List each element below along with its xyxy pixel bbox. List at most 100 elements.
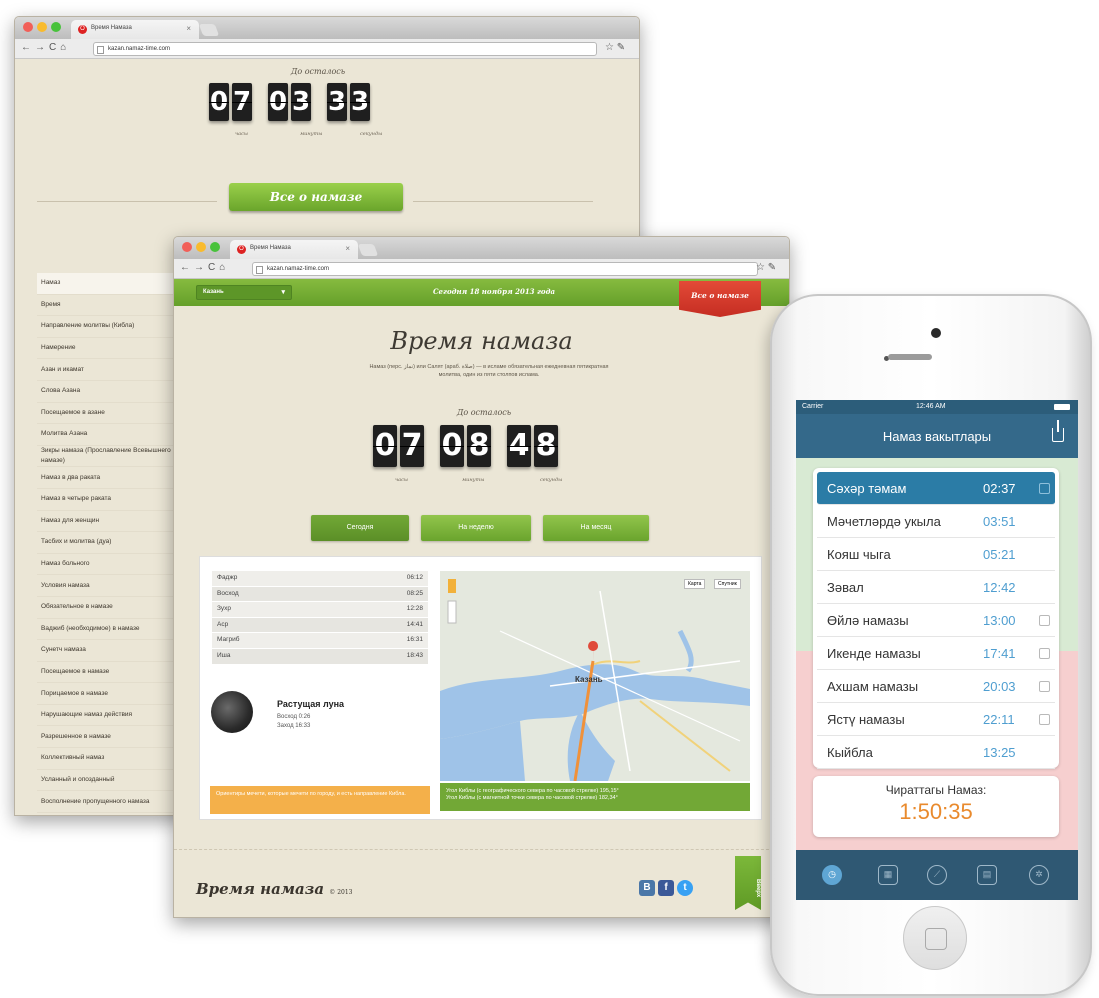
today-button[interactable]: Сегодня — [311, 515, 409, 541]
sidebar-item[interactable]: Намаз в два раката — [37, 467, 195, 489]
alarm-icon[interactable] — [1039, 483, 1050, 494]
prayer-row: Иша 18:43 — [212, 648, 428, 664]
settings-icon[interactable]: ✲ — [1029, 865, 1049, 885]
phone-prayer-row[interactable]: Икенде намазы 17:41 — [817, 637, 1055, 671]
countdown-digit: 4 — [507, 425, 531, 467]
sidebar-item[interactable]: Зикры намаза (Прославление Всевышнего в … — [37, 446, 195, 468]
new-tab-button[interactable] — [198, 24, 220, 36]
clock-icon[interactable]: ◷ — [822, 865, 842, 885]
tab-bar: O Время Намаза × — [15, 17, 639, 39]
browser-tab[interactable]: O Время Намаза × — [71, 20, 199, 39]
zoom-dot-icon[interactable] — [51, 22, 61, 32]
phone-prayer-row[interactable]: Ахшам намазы 20:03 — [817, 670, 1055, 704]
sidebar-item[interactable]: Намаз — [37, 273, 195, 295]
new-tab-button[interactable] — [357, 244, 379, 256]
sidebar-item[interactable]: Коллективный намаз — [37, 748, 195, 770]
calendar-icon[interactable]: ▦ — [878, 865, 898, 885]
scroll-up-ribbon[interactable]: Вверх — [735, 856, 761, 910]
tab-bar: O Время Намаза × — [174, 237, 789, 259]
sidebar-item[interactable]: Азан и икамат — [37, 359, 195, 381]
sidebar-item[interactable]: Порицаемое в намазе — [37, 683, 195, 705]
sidebar-item[interactable]: Тасбих и молитва (дуа) — [37, 532, 195, 554]
window-controls[interactable] — [23, 22, 61, 32]
sidebar-item[interactable]: Восполнение пропущенного намаза — [37, 791, 195, 813]
sidebar-nav: Намаз Время Направление молитвы (Кибла) Нам… — [37, 273, 195, 815]
sidebar-item[interactable]: Намаз больного — [37, 554, 195, 576]
nav-buttons[interactable]: ←→C⌂ — [180, 262, 229, 273]
twitter-icon[interactable]: t — [677, 880, 693, 896]
sidebar-item[interactable]: Условия намаза — [37, 575, 195, 597]
sidebar-item[interactable]: Ваджиб (необходимое) в намазе — [37, 619, 195, 641]
close-dot-icon[interactable] — [182, 242, 192, 252]
unit-seconds: секунды — [360, 131, 383, 137]
book-icon[interactable]: ▤ — [977, 865, 997, 885]
unit-minutes: минуты — [300, 131, 323, 137]
phone-prayer-row[interactable]: Өйлә намазы 13:00 — [817, 604, 1055, 638]
phone-prayer-row[interactable]: Кояш чыга 05:21 — [817, 538, 1055, 572]
nav-buttons[interactable]: ←→C⌂ — [21, 42, 70, 53]
sidebar-item[interactable]: Слова Азана — [37, 381, 195, 403]
zoom-dot-icon[interactable] — [210, 242, 220, 252]
map-type-satellite-button[interactable]: Спутник — [714, 579, 741, 589]
alarm-icon[interactable] — [1039, 648, 1050, 659]
sidebar-item[interactable]: Разрешенное в намазе — [37, 726, 195, 749]
sidebar-item[interactable]: Направление молитвы (Кибла) — [37, 316, 195, 338]
sidebar-item[interactable]: Сунетч намаза — [37, 640, 195, 662]
all-about-namaz-flag[interactable]: Все о намазе — [679, 281, 761, 317]
sidebar-item[interactable]: Намаз в четыре раката — [37, 489, 195, 511]
all-about-namaz-ribbon[interactable]: Все о намазе — [229, 183, 403, 215]
footer-logo: Время намаза © 2013 — [196, 880, 353, 898]
sidebar-item[interactable]: Саджда сахву — [37, 813, 195, 815]
sidebar-item[interactable]: Время — [37, 295, 195, 317]
minimize-dot-icon[interactable] — [37, 22, 47, 32]
sidebar-item[interactable]: Обязательное в намазе — [37, 597, 195, 619]
phone-prayer-time: 03:51 — [983, 514, 1016, 529]
city-select[interactable]: Казань ▾ — [196, 285, 292, 300]
sidebar-item[interactable]: Нарушающие намаз действия — [37, 705, 195, 727]
facebook-icon[interactable]: f — [658, 880, 674, 896]
alarm-icon[interactable] — [1039, 681, 1050, 692]
countdown-digit: 3 — [327, 83, 347, 121]
map-type-map-button[interactable]: Карта — [684, 579, 706, 589]
phone-prayer-name: Икенде намазы — [827, 646, 921, 661]
status-clock: 12:46 AM — [916, 403, 946, 410]
phone-prayer-row[interactable]: Зәвал 12:42 — [817, 571, 1055, 605]
phone-prayer-row[interactable]: Кыйбла 13:25 — [817, 736, 1055, 770]
page-icon — [256, 266, 263, 274]
star-wrench-icons[interactable]: ☆ ✎ — [605, 42, 625, 53]
countdown-digit: 3 — [291, 83, 311, 121]
home-button[interactable] — [903, 906, 967, 970]
sidebar-item[interactable]: Посещаемое в азане — [37, 403, 195, 425]
sidebar-item[interactable]: Посещаемое в намазе — [37, 662, 195, 684]
window-controls[interactable] — [182, 242, 220, 252]
week-button[interactable]: На неделю — [421, 515, 531, 541]
phone-prayer-row[interactable]: Сәхәр тәмам 02:37 — [817, 472, 1055, 506]
compass-icon[interactable]: ⟋ — [927, 865, 947, 885]
share-icon[interactable] — [1052, 420, 1064, 442]
address-bar[interactable]: kazan.namaz-time.com — [252, 262, 758, 276]
close-tab-icon[interactable]: × — [186, 24, 191, 33]
sidebar-item[interactable]: Молитва Азана — [37, 424, 195, 446]
phone-prayer-row[interactable]: Ястү намазы 22:11 — [817, 703, 1055, 737]
browser-tab[interactable]: O Время Намаза × — [230, 240, 358, 259]
prayer-row: Магриб 16:31 — [212, 633, 428, 648]
alarm-icon[interactable] — [1039, 615, 1050, 626]
close-dot-icon[interactable] — [23, 22, 33, 32]
address-bar[interactable]: kazan.namaz-time.com — [93, 42, 597, 56]
qibla-map[interactable]: Казань Карта Спутник — [440, 571, 750, 781]
countdown-digit: 7 — [232, 83, 252, 121]
alarm-icon[interactable] — [1039, 714, 1050, 725]
phone-tab-bar: ◷ ▦ ⟋ ▤ ✲ — [796, 850, 1078, 900]
status-bar: Carrier 12:46 AM — [796, 400, 1078, 414]
sidebar-item[interactable]: Намерение — [37, 338, 195, 360]
vk-icon[interactable]: В — [639, 880, 655, 896]
sidebar-item[interactable]: Усланный и опозданный — [37, 770, 195, 792]
close-tab-icon[interactable]: × — [345, 244, 350, 253]
sidebar-item[interactable]: Намаз для женщин — [37, 511, 195, 533]
prayer-row: Зухр 12:28 — [212, 602, 428, 617]
nav-bar: ←→C⌂ kazan.namaz-time.com ☆ ✎ — [174, 259, 789, 279]
phone-prayer-row[interactable]: Мәчетләрдә укыла 03:51 — [817, 505, 1055, 539]
star-wrench-icons[interactable]: ☆ ✎ — [756, 262, 776, 273]
month-button[interactable]: На месяц — [543, 515, 649, 541]
minimize-dot-icon[interactable] — [196, 242, 206, 252]
